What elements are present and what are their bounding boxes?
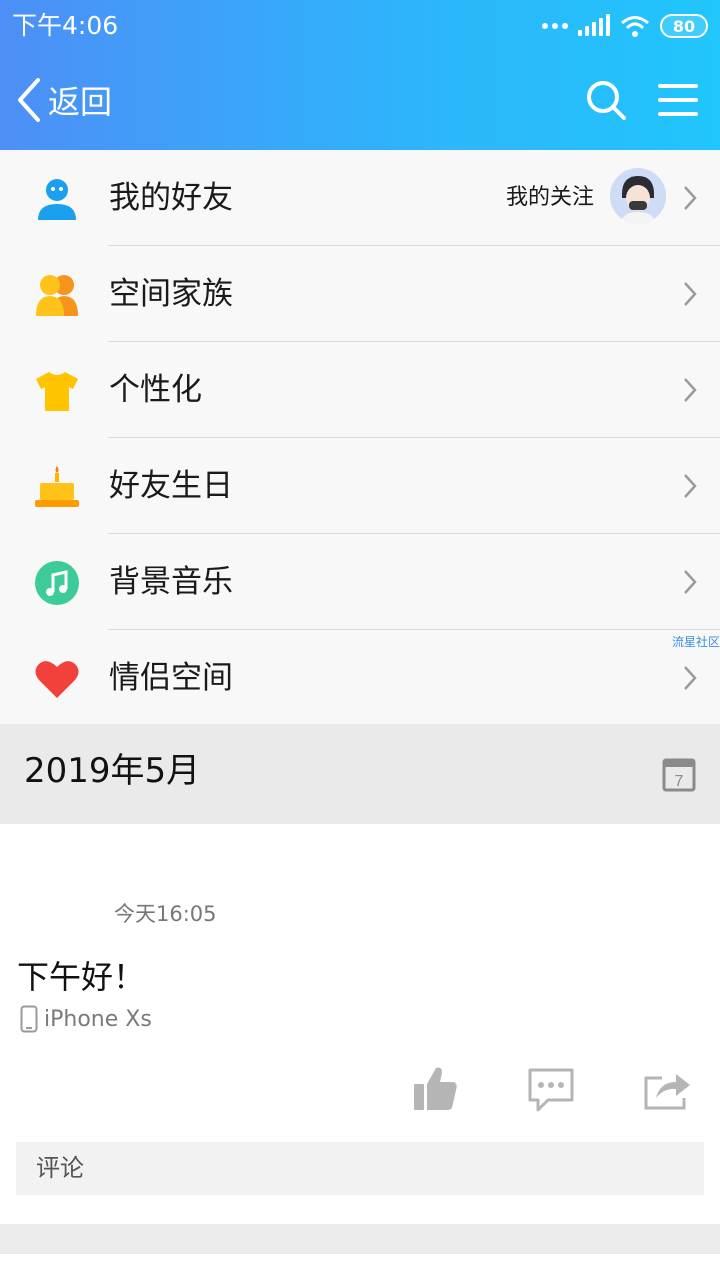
tshirt-icon	[36, 372, 78, 411]
search-icon[interactable]	[584, 78, 628, 122]
section-separator	[0, 1224, 720, 1254]
follow-label[interactable]: 我的关注	[506, 150, 594, 246]
post-device: iPhone Xs	[20, 1005, 152, 1033]
menu-icon[interactable]	[656, 78, 700, 122]
comment-icon[interactable]	[526, 1064, 576, 1114]
like-icon[interactable]	[412, 1064, 458, 1114]
music-icon	[35, 561, 79, 605]
menu-item-music[interactable]: 背景音乐	[0, 534, 720, 630]
menu-item-friends[interactable]: 我的好友 我的关注	[0, 150, 720, 246]
chevron-right-icon	[684, 378, 697, 402]
back-arrow-icon	[18, 78, 40, 122]
back-button[interactable]: 返回	[16, 78, 112, 122]
month-label: 2019年5月	[24, 751, 201, 791]
menu-item-label: 好友生日	[109, 468, 233, 504]
phone-icon	[20, 1005, 38, 1033]
chevron-right-icon	[684, 666, 697, 690]
heart-icon	[35, 661, 79, 698]
wifi-icon	[621, 16, 649, 37]
menu-item-label: 情侣空间	[109, 660, 233, 696]
family-icon	[36, 275, 78, 316]
cake-icon	[35, 466, 79, 507]
signal-icon	[578, 14, 610, 36]
post-time: 今天16:05	[114, 902, 217, 926]
status-icons: 80	[542, 12, 708, 40]
friend-icon	[38, 179, 76, 220]
month-bar: 2019年5月	[0, 724, 720, 824]
menu-item-couple-space[interactable]: 情侣空间	[0, 630, 720, 726]
menu-item-birthday[interactable]: 好友生日	[0, 438, 720, 534]
chevron-right-icon	[684, 186, 697, 210]
chevron-right-icon	[684, 282, 697, 306]
avatar[interactable]	[610, 168, 666, 224]
calendar-day: 7	[675, 773, 684, 790]
menu-item-family[interactable]: 空间家族	[0, 246, 720, 342]
status-time: 下午4:06	[12, 11, 119, 40]
chevron-right-icon	[684, 474, 697, 498]
post-text: 下午好！	[17, 958, 146, 996]
menu-item-label: 空间家族	[109, 276, 233, 312]
menu-item-label: 个性化	[109, 372, 202, 408]
menu-item-label: 背景音乐	[109, 564, 233, 600]
menu-item-label: 我的好友	[109, 180, 233, 216]
watermark-label: 流星社区	[671, 635, 720, 649]
chevron-right-icon	[684, 570, 697, 594]
more-dots-icon	[542, 23, 568, 29]
back-label: 返回	[48, 83, 113, 121]
device-label: iPhone Xs	[44, 1006, 152, 1032]
comment-input[interactable]: 评论	[16, 1142, 704, 1195]
menu-item-personalize[interactable]: 个性化	[0, 342, 720, 438]
battery-indicator: 80	[660, 14, 708, 38]
top-header: 下午4:06 80 返回	[0, 0, 720, 150]
feature-menu: 我的好友 我的关注 空间家族 个性化 好友生日 背景音乐 情侣空间 流星社区	[0, 150, 720, 726]
share-icon[interactable]	[642, 1064, 692, 1114]
calendar-icon[interactable]: 7	[662, 756, 696, 792]
